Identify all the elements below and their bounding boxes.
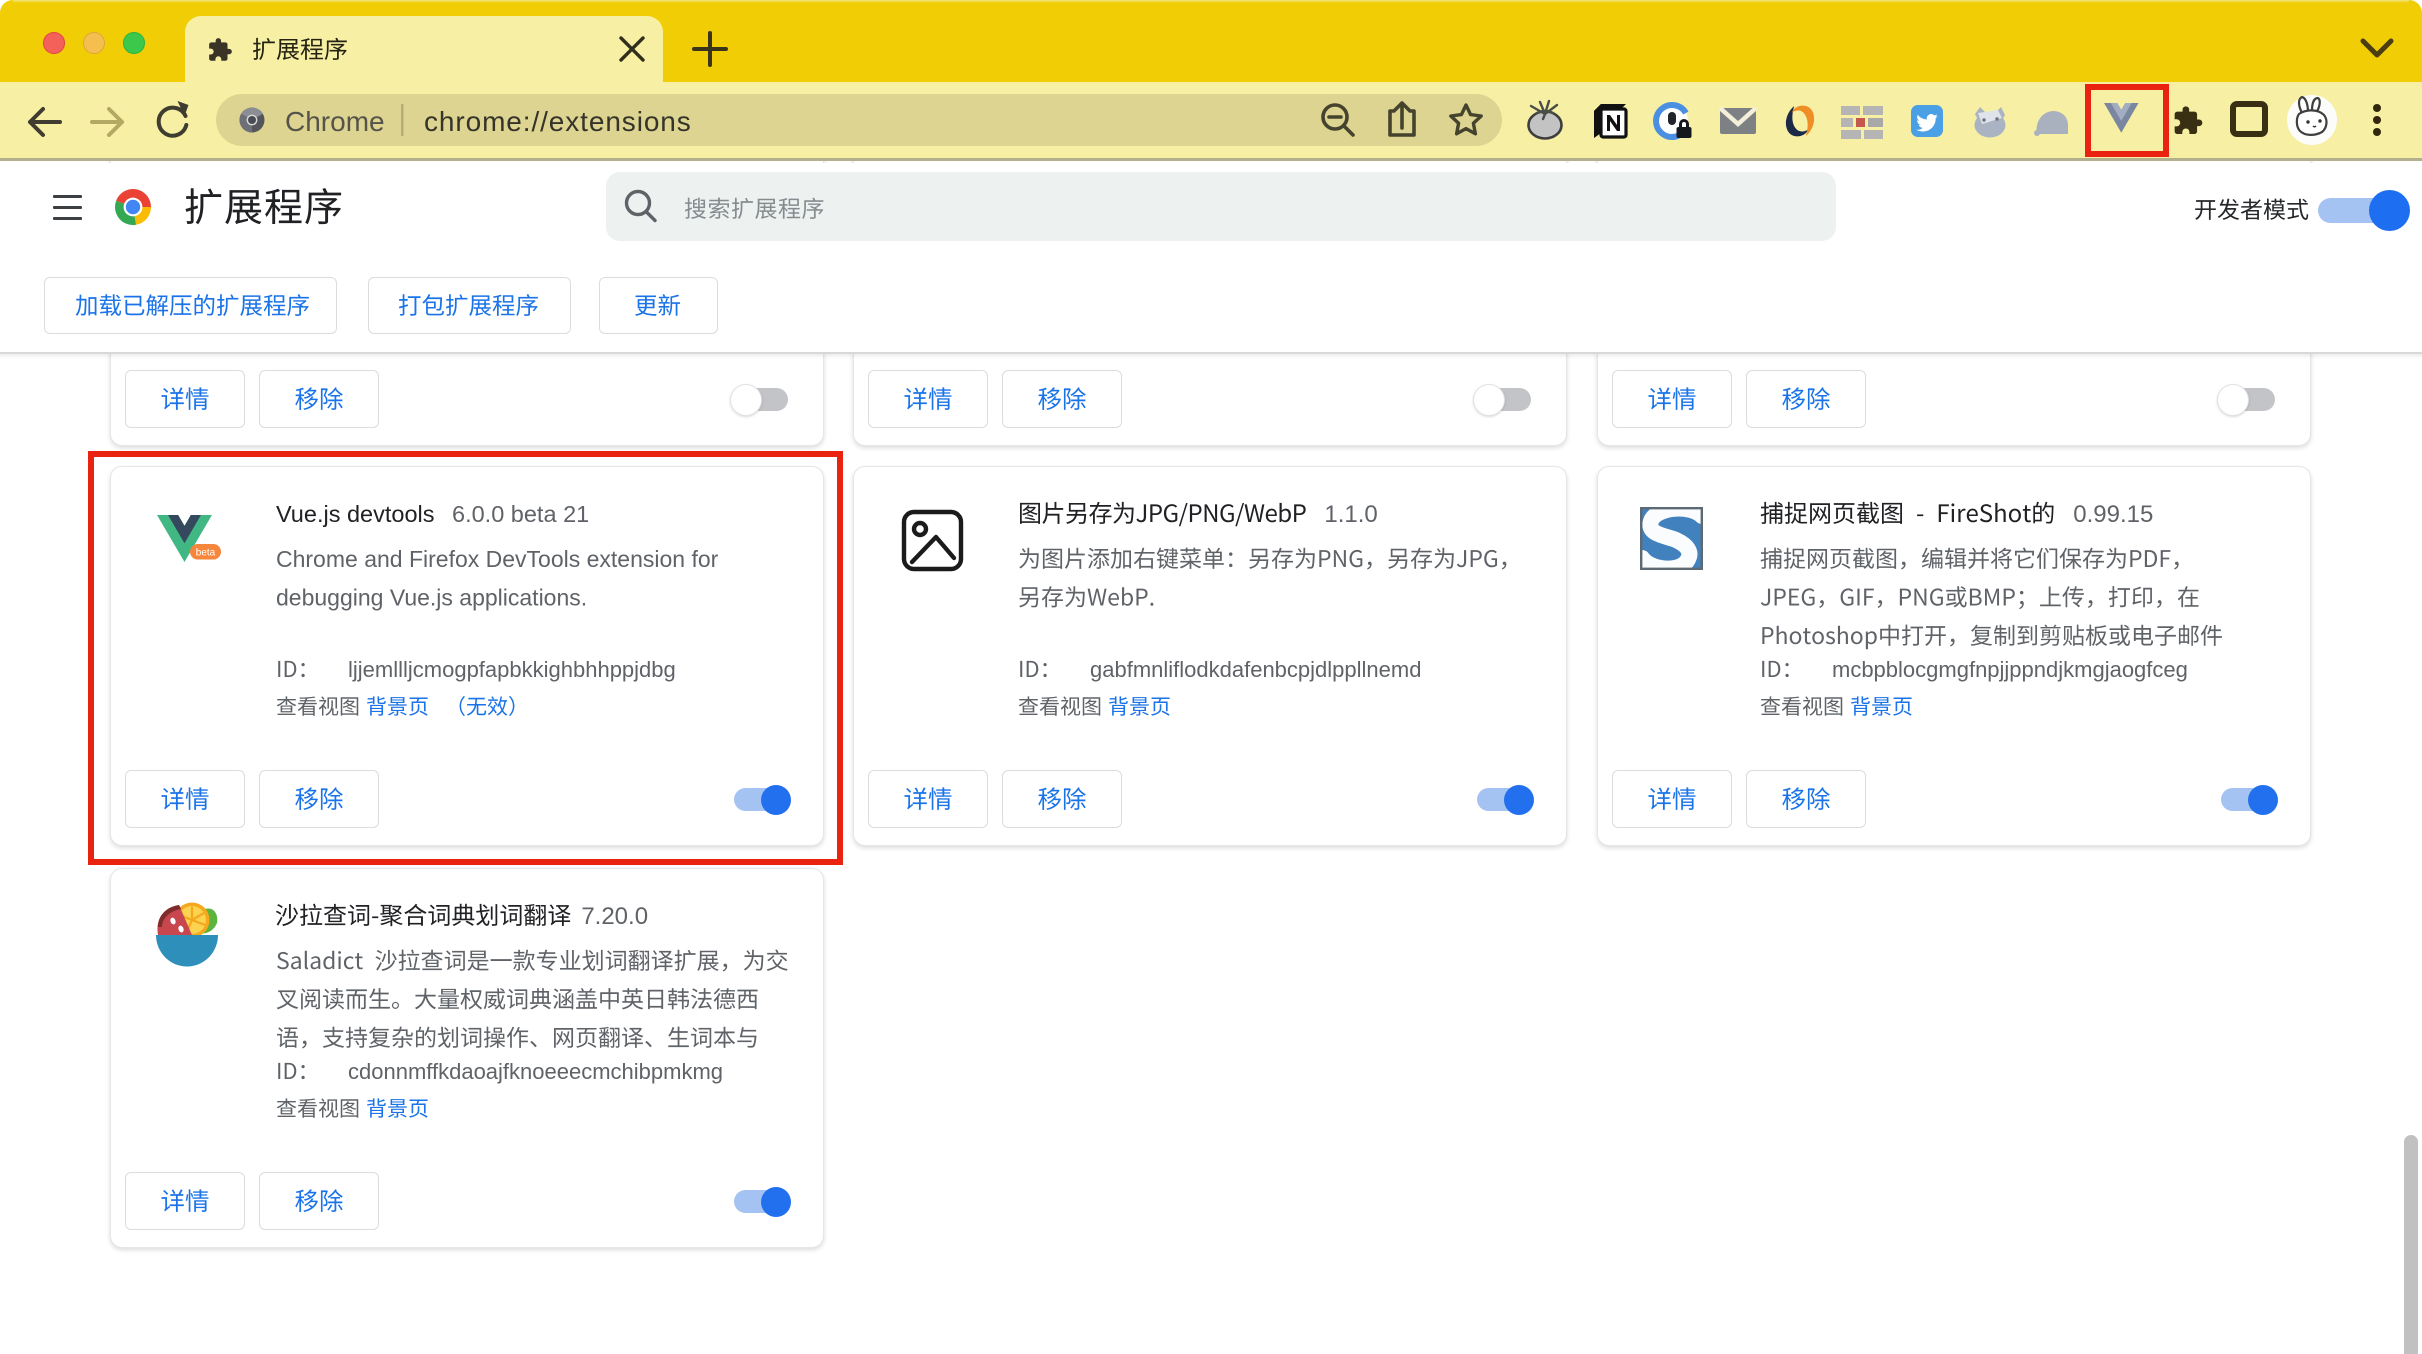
svg-text:1.1.0: 1.1.0: [1324, 501, 1377, 528]
svg-text:cdonnmffkdaoajfknoeeecmchibpmk: cdonnmffkdaoajfknoeeecmchibpmkmg: [348, 1059, 723, 1084]
svg-text:gabfmnliflodkdafenbcpjdlppllne: gabfmnliflodkdafenbcpjdlppllnemd: [1090, 657, 1421, 682]
svg-text:0.99.15: 0.99.15: [2073, 501, 2153, 528]
svg-text:chrome://extensions: chrome://extensions: [424, 106, 692, 137]
svg-text:7.20.0: 7.20.0: [581, 903, 648, 930]
svg-text:Chrome: Chrome: [285, 106, 385, 137]
svg-text:mcbpblocgmgfnpjjppndjkmgjaogfc: mcbpblocgmgfnpjjppndjkmgjaogfceg: [1832, 657, 2188, 682]
